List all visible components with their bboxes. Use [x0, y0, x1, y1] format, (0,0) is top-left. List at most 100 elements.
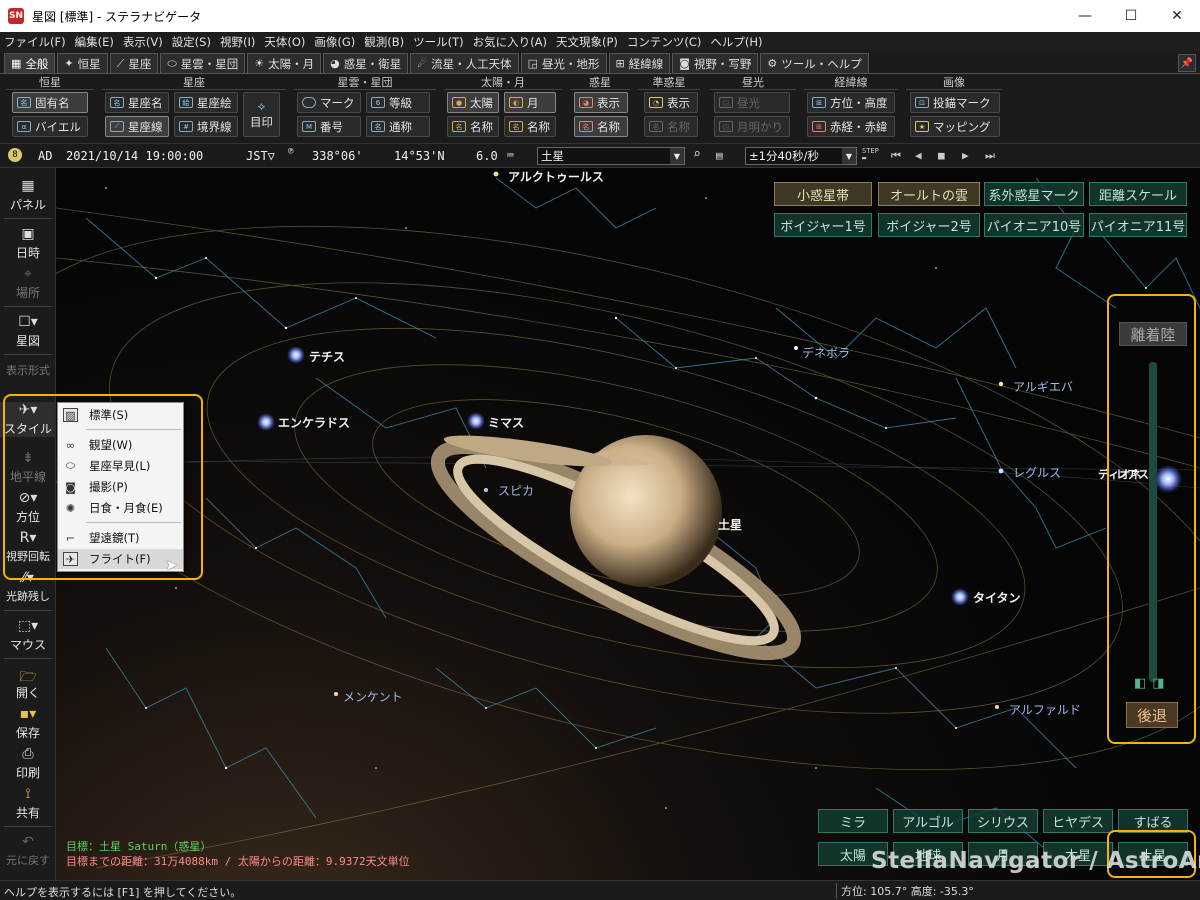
mapping-button[interactable]: ★ マッピング — [910, 116, 1000, 137]
bayer-button[interactable]: α バイエル — [12, 116, 88, 137]
menu-contents[interactable]: コンテンツ(C) — [627, 34, 702, 50]
mimas-moon[interactable] — [467, 412, 485, 430]
planet-show-button[interactable]: ◕ 表示 — [574, 92, 628, 113]
voyager2-button[interactable]: ボイジャー2号 — [878, 213, 980, 237]
target-select[interactable]: 土星 ▼ — [537, 147, 685, 165]
menu-help[interactable]: ヘルプ(H) — [710, 34, 762, 50]
datetime-button[interactable]: ▣ 日時 — [0, 226, 56, 261]
menu-observe[interactable]: 観測(B) — [364, 34, 404, 50]
stop-icon[interactable]: ■ — [938, 149, 945, 162]
moon-button[interactable]: ◐ 月 — [504, 92, 556, 113]
flight-speed-track[interactable] — [1149, 362, 1157, 682]
datetime-value[interactable]: 2021/10/14 19:00:00 — [66, 149, 203, 163]
longitude-value[interactable]: 338°06' — [312, 149, 363, 163]
constellation-picture-button[interactable]: 絵星座絵 — [174, 92, 238, 113]
menu-edit[interactable]: 編集(E) — [75, 34, 114, 50]
nebula-magnitude-button[interactable]: 6 等級 — [366, 92, 430, 113]
daylight-button[interactable]: ◲ 昼光 — [714, 92, 790, 113]
pioneer11-button[interactable]: パイオニア11号 — [1089, 213, 1187, 237]
menu-favorites[interactable]: お気に入り(A) — [473, 34, 547, 50]
moonlight-button[interactable]: ◳ 月明かり — [714, 116, 790, 137]
close-button[interactable]: ✕ — [1154, 0, 1200, 32]
menu-item-eclipse[interactable]: ✺ 日食・月食(E) — [58, 498, 183, 518]
voyager1-button[interactable]: ボイジャー1号 — [774, 213, 872, 237]
tab-gridlines[interactable]: ⊞ 経緯線 — [608, 53, 671, 73]
undo-button[interactable]: ↶ 元に戻す — [0, 834, 56, 868]
keyboard-icon[interactable]: ⌨ — [507, 149, 514, 162]
mira-button[interactable]: ミラ — [818, 809, 888, 833]
quasi-name-button[interactable]: 名名称 — [644, 116, 698, 137]
menu-settings[interactable]: 設定(S) — [172, 34, 211, 50]
tab-stars[interactable]: ✦ 恒星 — [57, 53, 108, 73]
oort-cloud-button[interactable]: オールトの雲 — [878, 182, 980, 206]
pioneer10-button[interactable]: パイオニア10号 — [984, 213, 1084, 237]
menu-item-planisphere[interactable]: ⬭ 星座早見(L) — [58, 456, 183, 476]
proper-name-button[interactable]: 名固有名 — [12, 92, 88, 113]
print-button[interactable]: ⎙ 印刷 — [0, 746, 56, 781]
tab-meteor[interactable]: ☄ 流星・人工天体 — [410, 53, 519, 73]
projection-mark-button[interactable]: ⊡ 投錨マーク — [910, 92, 1000, 113]
menu-fov[interactable]: 視野(I) — [220, 34, 255, 50]
menu-file[interactable]: ファイル(F) — [4, 34, 66, 50]
moon-name-button[interactable]: 名名称 — [504, 116, 556, 137]
sun-name-button[interactable]: 名名称 — [447, 116, 499, 137]
list-icon[interactable]: ▤ — [716, 149, 723, 162]
algol-button[interactable]: アルゴル — [893, 809, 963, 833]
step-icon[interactable]: STEP ▬ — [862, 148, 879, 162]
tab-daylight[interactable]: ◲ 昼光・地形 — [520, 53, 607, 73]
minimize-button[interactable]: — — [1062, 0, 1108, 32]
play-reverse-icon[interactable]: ◀ — [915, 149, 922, 162]
sun-button[interactable]: ● 太陽 — [447, 92, 499, 113]
flight-speed-thumb[interactable]: ◧◨ — [1134, 676, 1172, 692]
exoplanet-mark-button[interactable]: 系外惑星マーク — [984, 182, 1084, 206]
tethys-moon[interactable] — [287, 346, 305, 364]
tab-tools[interactable]: ⚙ ツール・ヘルプ — [760, 53, 869, 73]
share-button[interactable]: ⟟ 共有 — [0, 786, 56, 821]
distance-scale-button[interactable]: 距離スケール — [1089, 182, 1187, 206]
altaz-grid-button[interactable]: ⊞ 方位・高度 — [807, 92, 895, 113]
planet-name-button[interactable]: 名名称 — [574, 116, 628, 137]
starmap-button[interactable]: ☐▾ 星図 — [0, 314, 56, 349]
menu-item-telescope[interactable]: ⌐ 望遠鏡(T) — [58, 528, 183, 548]
menu-item-standard[interactable]: ▨ 標準(S) — [58, 405, 183, 425]
menu-item-observing[interactable]: ∞ 観望(W) — [58, 435, 183, 455]
nebula-common-button[interactable]: 名通称 — [366, 116, 430, 137]
save-button[interactable]: ▪▾ 保存 — [0, 706, 56, 741]
boundary-button[interactable]: # 境界線 — [174, 116, 238, 137]
tab-fov[interactable]: ◙ 視野・写野 — [672, 53, 759, 73]
back-button[interactable]: 後退 — [1126, 702, 1178, 728]
asteroid-belt-button[interactable]: 小惑星帯 — [774, 182, 872, 206]
speed-select[interactable]: ±1分40秒/秒 ▼ — [745, 147, 857, 165]
skip-forward-icon[interactable]: ⏭ — [985, 149, 995, 163]
menu-phenomena[interactable]: 天文現象(P) — [556, 34, 618, 50]
mouse-button[interactable]: ⬚▾ マウス — [0, 618, 56, 653]
guide-mark-button[interactable]: ⟡ 目印 — [243, 92, 280, 137]
timezone-value[interactable]: JST▽ — [246, 149, 275, 163]
constellation-name-button[interactable]: 名星座名 — [105, 92, 169, 113]
pin-icon[interactable]: 📌 — [1178, 54, 1196, 72]
sirius-button[interactable]: シリウス — [968, 809, 1038, 833]
skip-back-icon[interactable]: ⏮ — [891, 149, 901, 163]
place-button[interactable]: ⌖ 場所 — [0, 266, 56, 301]
tab-constellation[interactable]: ⟋ 星座 — [109, 53, 159, 73]
radec-grid-button[interactable]: ⊞ 赤経・赤緯 — [807, 116, 895, 137]
menu-item-photo[interactable]: ◙ 撮影(P) — [58, 477, 183, 497]
era-label[interactable]: AD — [38, 149, 52, 163]
hyades-button[interactable]: ヒヤデス — [1043, 809, 1113, 833]
titan-moon[interactable] — [951, 588, 969, 606]
takeoff-landing-button[interactable]: 離着陸 — [1119, 322, 1187, 346]
sky-view[interactable]: アルクトゥールス テチス エンケラドス ミマス スピカ 土星 タイタン メンケン… — [56, 168, 1200, 880]
menu-image[interactable]: 画像(G) — [314, 34, 355, 50]
panel-button[interactable]: ▦ パネル — [0, 178, 56, 213]
menu-object[interactable]: 天体(O) — [264, 34, 305, 50]
play-icon[interactable]: ▶ — [962, 149, 969, 162]
latitude-value[interactable]: 14°53'N — [394, 149, 445, 163]
nebula-number-button[interactable]: M 番号 — [297, 116, 361, 137]
tab-nebula[interactable]: ⬭ 星雲・星団 — [160, 53, 246, 73]
quasi-show-button[interactable]: ◔ 表示 — [644, 92, 698, 113]
constellation-line-button[interactable]: ⟋ 星座線 — [105, 116, 169, 137]
menu-view[interactable]: 表示(V) — [123, 34, 163, 50]
maximize-button[interactable]: ☐ — [1108, 0, 1154, 32]
tab-sunmoon[interactable]: ☀ 太陽・月 — [247, 53, 322, 73]
nebula-mark-button[interactable]: マーク — [297, 92, 361, 113]
